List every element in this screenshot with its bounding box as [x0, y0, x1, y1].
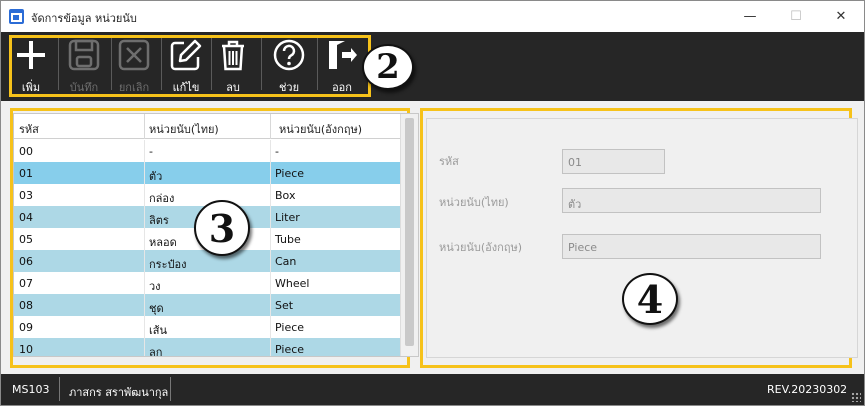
minimize-button[interactable]: — [727, 1, 773, 32]
cell-thai: ชุด [149, 302, 164, 315]
table-row[interactable]: 06 กระป๋อง Can [14, 250, 400, 272]
grid-header: รหัส หน่วยนับ(ไทย) หน่วยนับ(อังกฤษ) [14, 114, 400, 139]
maximize-button[interactable]: ☐ [773, 1, 819, 32]
cell-code: 03 [19, 189, 33, 202]
cell-divider [144, 272, 145, 294]
cell-divider [270, 206, 271, 228]
cell-divider [270, 316, 271, 338]
cell-divider [270, 338, 271, 356]
cell-divider [270, 294, 271, 316]
cell-english: Liter [275, 211, 300, 224]
toolbar-highlight [9, 35, 371, 97]
english-unit-label: หน่วยนับ(อังกฤษ) [439, 241, 523, 254]
cell-english: Piece [275, 321, 305, 334]
cell-divider [270, 228, 271, 250]
cell-divider [144, 338, 145, 356]
cell-code: 07 [19, 277, 33, 290]
close-window-button[interactable]: ✕ [818, 1, 864, 32]
english-unit-field[interactable]: Piece [562, 234, 821, 259]
thai-unit-label: หน่วยนับ(ไทย) [439, 196, 509, 209]
cell-divider [144, 250, 145, 272]
cell-divider [144, 206, 145, 228]
code-field[interactable]: 01 [562, 149, 665, 174]
cell-english: Piece [275, 343, 305, 356]
header-code[interactable]: รหัส [19, 120, 39, 138]
cell-english: Wheel [275, 277, 310, 290]
cell-thai: เส้น [149, 324, 167, 337]
scrollbar-thumb[interactable] [405, 118, 414, 346]
cell-thai: กระป๋อง [149, 258, 187, 271]
cell-divider [270, 140, 271, 162]
cell-code: 04 [19, 211, 33, 224]
header-english[interactable]: หน่วยนับ(อังกฤษ) [279, 120, 362, 138]
cell-english: Set [275, 299, 294, 312]
table-row[interactable]: 08 ชุด Set [14, 294, 400, 316]
table-row[interactable]: 10 ลูก Piece [14, 338, 400, 357]
cell-divider [144, 228, 145, 250]
cell-thai: วง [149, 280, 161, 293]
callout-2: 2 [362, 44, 414, 90]
table-row[interactable]: 07 วง Wheel [14, 272, 400, 294]
cell-thai: หลอด [149, 236, 177, 249]
table-row[interactable]: 09 เส้น Piece [14, 316, 400, 338]
revision: REV.20230302 [767, 383, 848, 396]
app-grid-icon [9, 9, 24, 24]
app-window: จัดการข้อมูล หน่วยนับ — ☐ ✕ เพิ่ม บันทึก [0, 0, 865, 406]
cell-divider [270, 250, 271, 272]
cell-divider [270, 162, 271, 184]
code-label: รหัส [439, 155, 459, 168]
cell-code: 10 [19, 343, 33, 356]
cell-english: Piece [275, 167, 305, 180]
cell-divider [270, 272, 271, 294]
column-divider [270, 114, 271, 139]
header-thai[interactable]: หน่วยนับ(ไทย) [149, 120, 219, 138]
callout-3: 3 [194, 200, 250, 256]
cell-code: 09 [19, 321, 33, 334]
callout-4: 4 [622, 273, 678, 325]
window-title: จัดการข้อมูล หน่วยนับ [31, 12, 137, 25]
vertical-scrollbar[interactable] [400, 114, 418, 356]
resize-grip-icon[interactable] [851, 392, 861, 402]
cell-code: 08 [19, 299, 33, 312]
user-name: ภาสกร สราพัฒนากุล [69, 386, 169, 399]
cell-thai: - [149, 145, 153, 158]
cell-divider [270, 184, 271, 206]
cell-thai: ลิตร [149, 214, 169, 227]
table-row[interactable]: 00 - - [14, 140, 400, 162]
title-bar: จัดการข้อมูล หน่วยนับ — ☐ ✕ [1, 1, 864, 32]
cell-thai: ลูก [149, 346, 163, 357]
status-separator [59, 377, 60, 401]
cell-thai: ตัว [149, 170, 163, 183]
table-row[interactable]: 03 กล่อง Box [14, 184, 400, 206]
form-code: MS103 [12, 383, 50, 396]
status-separator [170, 377, 171, 401]
column-divider [144, 114, 145, 139]
status-bar: MS103 ภาสกร สราพัฒนากุล REV.20230302 [1, 374, 864, 405]
cell-english: Box [275, 189, 296, 202]
cell-divider [144, 316, 145, 338]
cell-thai: กล่อง [149, 192, 175, 205]
cell-code: 06 [19, 255, 33, 268]
table-row[interactable]: 01 ตัว Piece [14, 162, 400, 184]
cell-divider [144, 294, 145, 316]
thai-unit-field[interactable]: ตัว [562, 188, 821, 213]
cell-english: - [275, 145, 279, 158]
cell-code: 05 [19, 233, 33, 246]
cell-english: Tube [275, 233, 301, 246]
cell-divider [144, 140, 145, 162]
cell-divider [144, 184, 145, 206]
cell-divider [144, 162, 145, 184]
cell-english: Can [275, 255, 297, 268]
cell-code: 01 [19, 167, 33, 180]
cell-code: 00 [19, 145, 33, 158]
